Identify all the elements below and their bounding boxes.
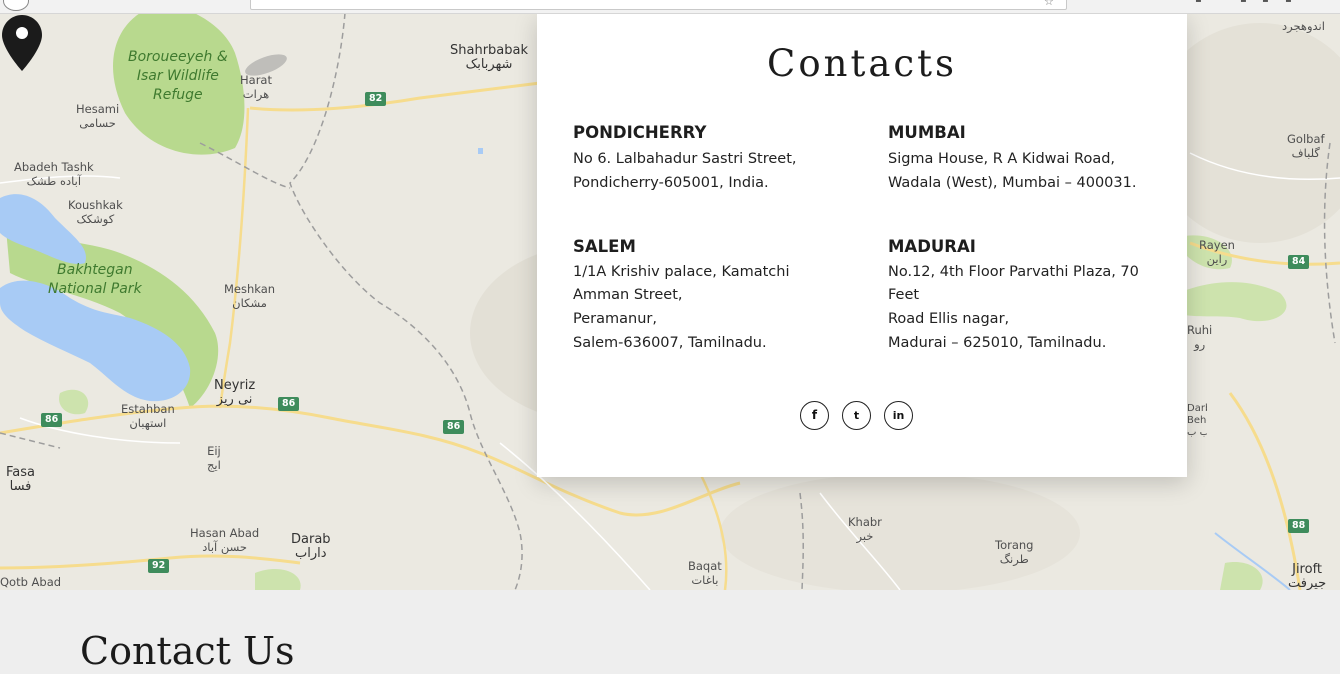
toolbar-icon[interactable]: ▪ (1195, 0, 1202, 5)
map-label: Rayen راین (1199, 238, 1235, 266)
browser-toolbar: ☆ ▪ ▪ ▪ ▪ (0, 0, 1340, 14)
map-label: اندوهجرد (1282, 19, 1325, 33)
office-address-line: 1/1A Krishiv palace, Kamatchi Amman Stre… (573, 264, 790, 303)
office-address-line: Peramanur, (573, 311, 657, 327)
office-address-line: No.12, 4th Floor Parvathi Plaza, 70 Feet (888, 264, 1139, 303)
map-pin-icon[interactable] (0, 13, 44, 73)
map-label: Shahrbabak شهربابک (450, 43, 529, 72)
road-shield: 92 (148, 559, 170, 573)
office-madurai: MADURAI No.12, 4th Floor Parvathi Plaza,… (888, 236, 1166, 355)
map-label: Golbaf گلباف (1287, 132, 1325, 160)
back-button[interactable] (3, 0, 29, 11)
office-address-line: Salem-636007, Tamilnadu. (573, 335, 767, 351)
bookmark-star-icon[interactable]: ☆ (1044, 0, 1054, 8)
office-address-line: Wadala (West), Mumbai – 400031. (888, 175, 1137, 191)
map-label: Hesami حسامی (76, 102, 120, 130)
map-label: Fasa فسا (6, 465, 35, 494)
map-label: Neyriz نی ریز (214, 378, 256, 407)
map-label: Baqat باغات (688, 559, 722, 587)
toolbar-icon[interactable]: ▪ (1240, 0, 1247, 5)
map-label: Koushkak کوشکک (68, 198, 123, 226)
map-label: Torang طرنگ (995, 538, 1034, 566)
map-label: Harat هرات (240, 73, 272, 101)
contact-us-section: Contact Us (0, 590, 1340, 673)
office-salem: SALEM 1/1A Krishiv palace, Kamatchi Amma… (573, 236, 828, 355)
contacts-card: Contacts PONDICHERRY No 6. Lalbahadur Sa… (537, 14, 1187, 477)
road-shield: 86 (278, 397, 300, 411)
office-address-line: No 6. Lalbahadur Sastri Street, (573, 151, 797, 167)
toolbar-icon[interactable]: ▪ (1262, 0, 1269, 5)
road-shield: 86 (443, 420, 465, 434)
office-address-line: Pondicherry-605001, India. (573, 175, 769, 191)
office-city: SALEM (573, 237, 636, 256)
office-city: MADURAI (888, 237, 976, 256)
facebook-icon[interactable]: f (800, 401, 829, 430)
map-label: Meshkan مشکان (224, 282, 276, 310)
address-bar[interactable] (250, 0, 1067, 10)
map-label: Estahban استهبان (121, 402, 175, 430)
map-label: Darab داراب (291, 532, 331, 561)
linkedin-icon[interactable]: in (884, 401, 913, 430)
road-shield: 86 (41, 413, 63, 427)
map-label: Eij ایج (207, 444, 221, 472)
map-label: Abadeh Tashk آباده طشک (14, 160, 94, 188)
office-pondicherry: PONDICHERRY No 6. Lalbahadur Sastri Stre… (573, 122, 863, 195)
map-label: Jiroft جیرفت (1288, 562, 1327, 591)
map-label: Khabr خبر (848, 515, 882, 543)
office-address-line: Sigma House, R A Kidwai Road, (888, 151, 1116, 167)
social-links: f t in (800, 401, 920, 431)
road-shield: 88 (1288, 519, 1310, 533)
toolbar-icon[interactable]: ▪ (1285, 0, 1292, 5)
road-shield: 84 (1288, 255, 1310, 269)
office-mumbai: MUMBAI Sigma House, R A Kidwai Road, Wad… (888, 122, 1178, 195)
map-label: Ruhi رو (1187, 323, 1213, 351)
office-city: PONDICHERRY (573, 123, 707, 142)
contact-us-title: Contact Us (80, 629, 295, 673)
park-label-boroueeyeh: Boroueeyeh & Isar Wildlife Refuge (128, 49, 228, 103)
contacts-title: Contacts (767, 42, 957, 85)
office-address-line: Road Ellis nagar, (888, 311, 1010, 327)
office-address-line: Madurai – 625010, Tamilnadu. (888, 335, 1107, 351)
park-label-bakhtegan: Bakhtegan National Park (48, 262, 142, 297)
office-city: MUMBAI (888, 123, 966, 142)
map-label: Darb-e Beheshtدرب ب (1187, 403, 1207, 438)
map-label: Hasan Abad حسن آباد (190, 526, 260, 554)
twitter-icon[interactable]: t (842, 401, 871, 430)
road-shield: 82 (365, 92, 387, 106)
map-label: Qotb Abad (0, 575, 62, 589)
